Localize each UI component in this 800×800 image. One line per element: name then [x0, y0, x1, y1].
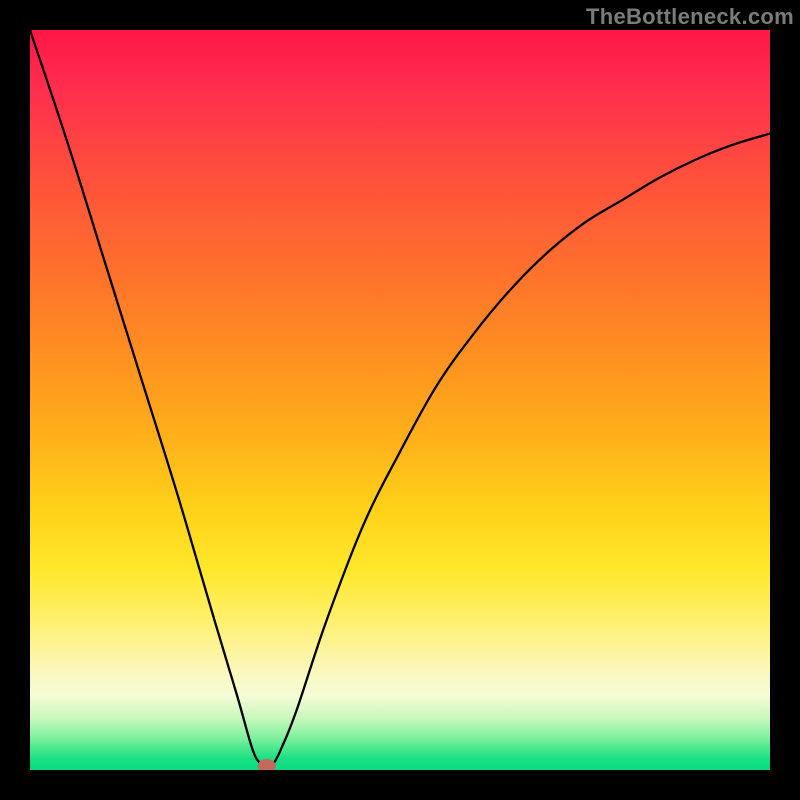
- bottleneck-curve: [30, 30, 770, 770]
- curve-svg: [30, 30, 770, 770]
- chart-frame: TheBottleneck.com: [0, 0, 800, 800]
- min-point-marker: [258, 759, 276, 770]
- watermark-text: TheBottleneck.com: [586, 4, 794, 30]
- plot-area: [30, 30, 770, 770]
